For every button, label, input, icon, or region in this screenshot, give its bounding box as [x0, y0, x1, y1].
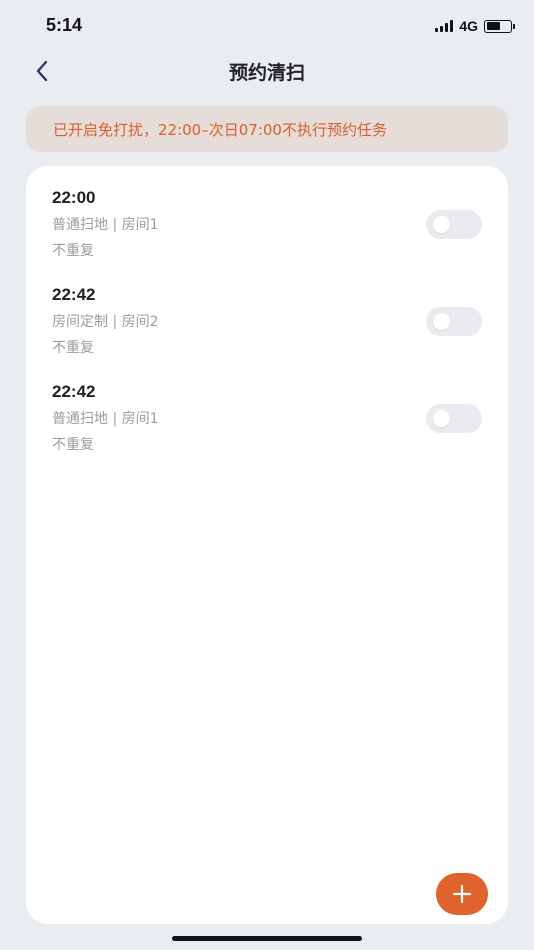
schedule-repeat: 不重复	[52, 243, 94, 259]
schedule-time: 22:42	[52, 285, 96, 304]
toggle-knob	[433, 216, 450, 233]
status-time: 5:14	[46, 15, 83, 35]
banner-text: 已开启免打扰，22:00–次日07:00不执行预约任务	[53, 120, 387, 139]
schedule-description: 房间定制 | 房间2	[52, 314, 159, 330]
list-item[interactable]: 22:00 普通扫地 | 房间1 不重复	[26, 176, 508, 266]
schedule-time: 22:42	[52, 382, 96, 401]
status-bar: 5:14 4G	[0, 0, 534, 52]
schedule-list: 22:00 普通扫地 | 房间1 不重复 22:42 房间定制 | 房间2 不重…	[26, 166, 508, 924]
schedule-repeat: 不重复	[52, 437, 94, 453]
schedule-toggle[interactable]	[426, 307, 482, 336]
schedule-description: 普通扫地 | 房间1	[52, 217, 159, 233]
schedule-toggle[interactable]	[426, 404, 482, 433]
schedule-repeat: 不重复	[52, 340, 94, 356]
nav-bar: 预约清扫	[0, 52, 534, 92]
schedule-description: 普通扫地 | 房间1	[52, 411, 159, 427]
schedule-toggle[interactable]	[426, 210, 482, 239]
battery-fill	[486, 22, 501, 30]
network-type: 4G	[459, 18, 478, 34]
list-item[interactable]: 22:42 房间定制 | 房间2 不重复	[26, 273, 508, 363]
schedule-time: 22:00	[52, 188, 96, 207]
toggle-knob	[433, 313, 450, 330]
toggle-knob	[433, 410, 450, 427]
status-indicators: 4G	[435, 17, 515, 35]
plus-icon	[452, 884, 472, 904]
signal-icon	[435, 20, 454, 32]
page-title: 预约清扫	[228, 62, 305, 84]
list-item[interactable]: 22:42 普通扫地 | 房间1 不重复	[26, 370, 508, 460]
battery-icon	[484, 19, 515, 33]
add-schedule-button[interactable]	[436, 873, 488, 915]
home-indicator	[172, 936, 362, 941]
do-not-disturb-banner: 已开启免打扰，22:00–次日07:00不执行预约任务	[26, 106, 508, 152]
